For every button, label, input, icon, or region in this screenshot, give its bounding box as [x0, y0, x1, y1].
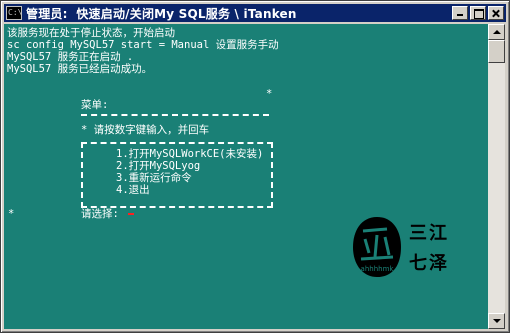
menu-option: 2.打开MySQLyog [116, 160, 201, 172]
scroll-down-icon[interactable] [488, 313, 505, 329]
menu-title: 菜单: [81, 99, 109, 111]
input-hint: * 请按数字键输入，并回车 [81, 124, 210, 136]
close-icon[interactable] [488, 6, 504, 20]
selection-prompt: 请选择: [81, 208, 119, 220]
vertical-scrollbar[interactable] [488, 24, 505, 329]
console-output[interactable]: 该服务现在处于停止状态，开始启动 sc config MySQL57 start… [4, 24, 488, 329]
star-marker-top: * [266, 88, 273, 100]
console-line: sc config MySQL57 start = Manual 设置服务手动 [7, 39, 279, 51]
window-controls [452, 6, 504, 20]
seal-logo-icon: ahhhhmk [353, 217, 401, 277]
console-line: 该服务现在处于停止状态，开始启动 [7, 27, 175, 39]
menu-option: 3.重新运行命令 [116, 172, 192, 184]
scroll-up-icon[interactable] [488, 24, 505, 40]
watermark-text-line2: 七泽 [409, 253, 449, 274]
watermark-text-line1: 三江 [409, 223, 449, 244]
title-bar[interactable]: C:\ 管理员: 快速启动/关闭My SQL服务 \ iTanken [4, 4, 506, 22]
menu-separator [81, 114, 269, 116]
console-line: MySQL57 服务正在启动 . [7, 51, 134, 63]
console-window-icon[interactable]: C:\ [6, 6, 22, 20]
scrollbar-thumb[interactable] [488, 40, 505, 63]
window-title: 管理员: 快速启动/关闭My SQL服务 \ iTanken [26, 6, 297, 21]
menu-option: 1.打开MySQLWorkCE(未安装) [116, 148, 264, 160]
star-marker-left: * [8, 208, 15, 220]
maximize-icon[interactable] [470, 6, 486, 20]
watermark-logo: ahhhhmk 三江 七泽 [347, 213, 487, 293]
minimize-icon[interactable] [452, 6, 468, 20]
menu-option: 4.退出 [116, 184, 150, 196]
console-line: MySQL57 服务已经启动成功。 [7, 63, 153, 75]
console-window: C:\ 管理员: 快速启动/关闭My SQL服务 \ iTanken 该服务现在… [0, 0, 510, 333]
seal-text: ahhhhmk [361, 265, 395, 273]
text-cursor [128, 213, 134, 215]
